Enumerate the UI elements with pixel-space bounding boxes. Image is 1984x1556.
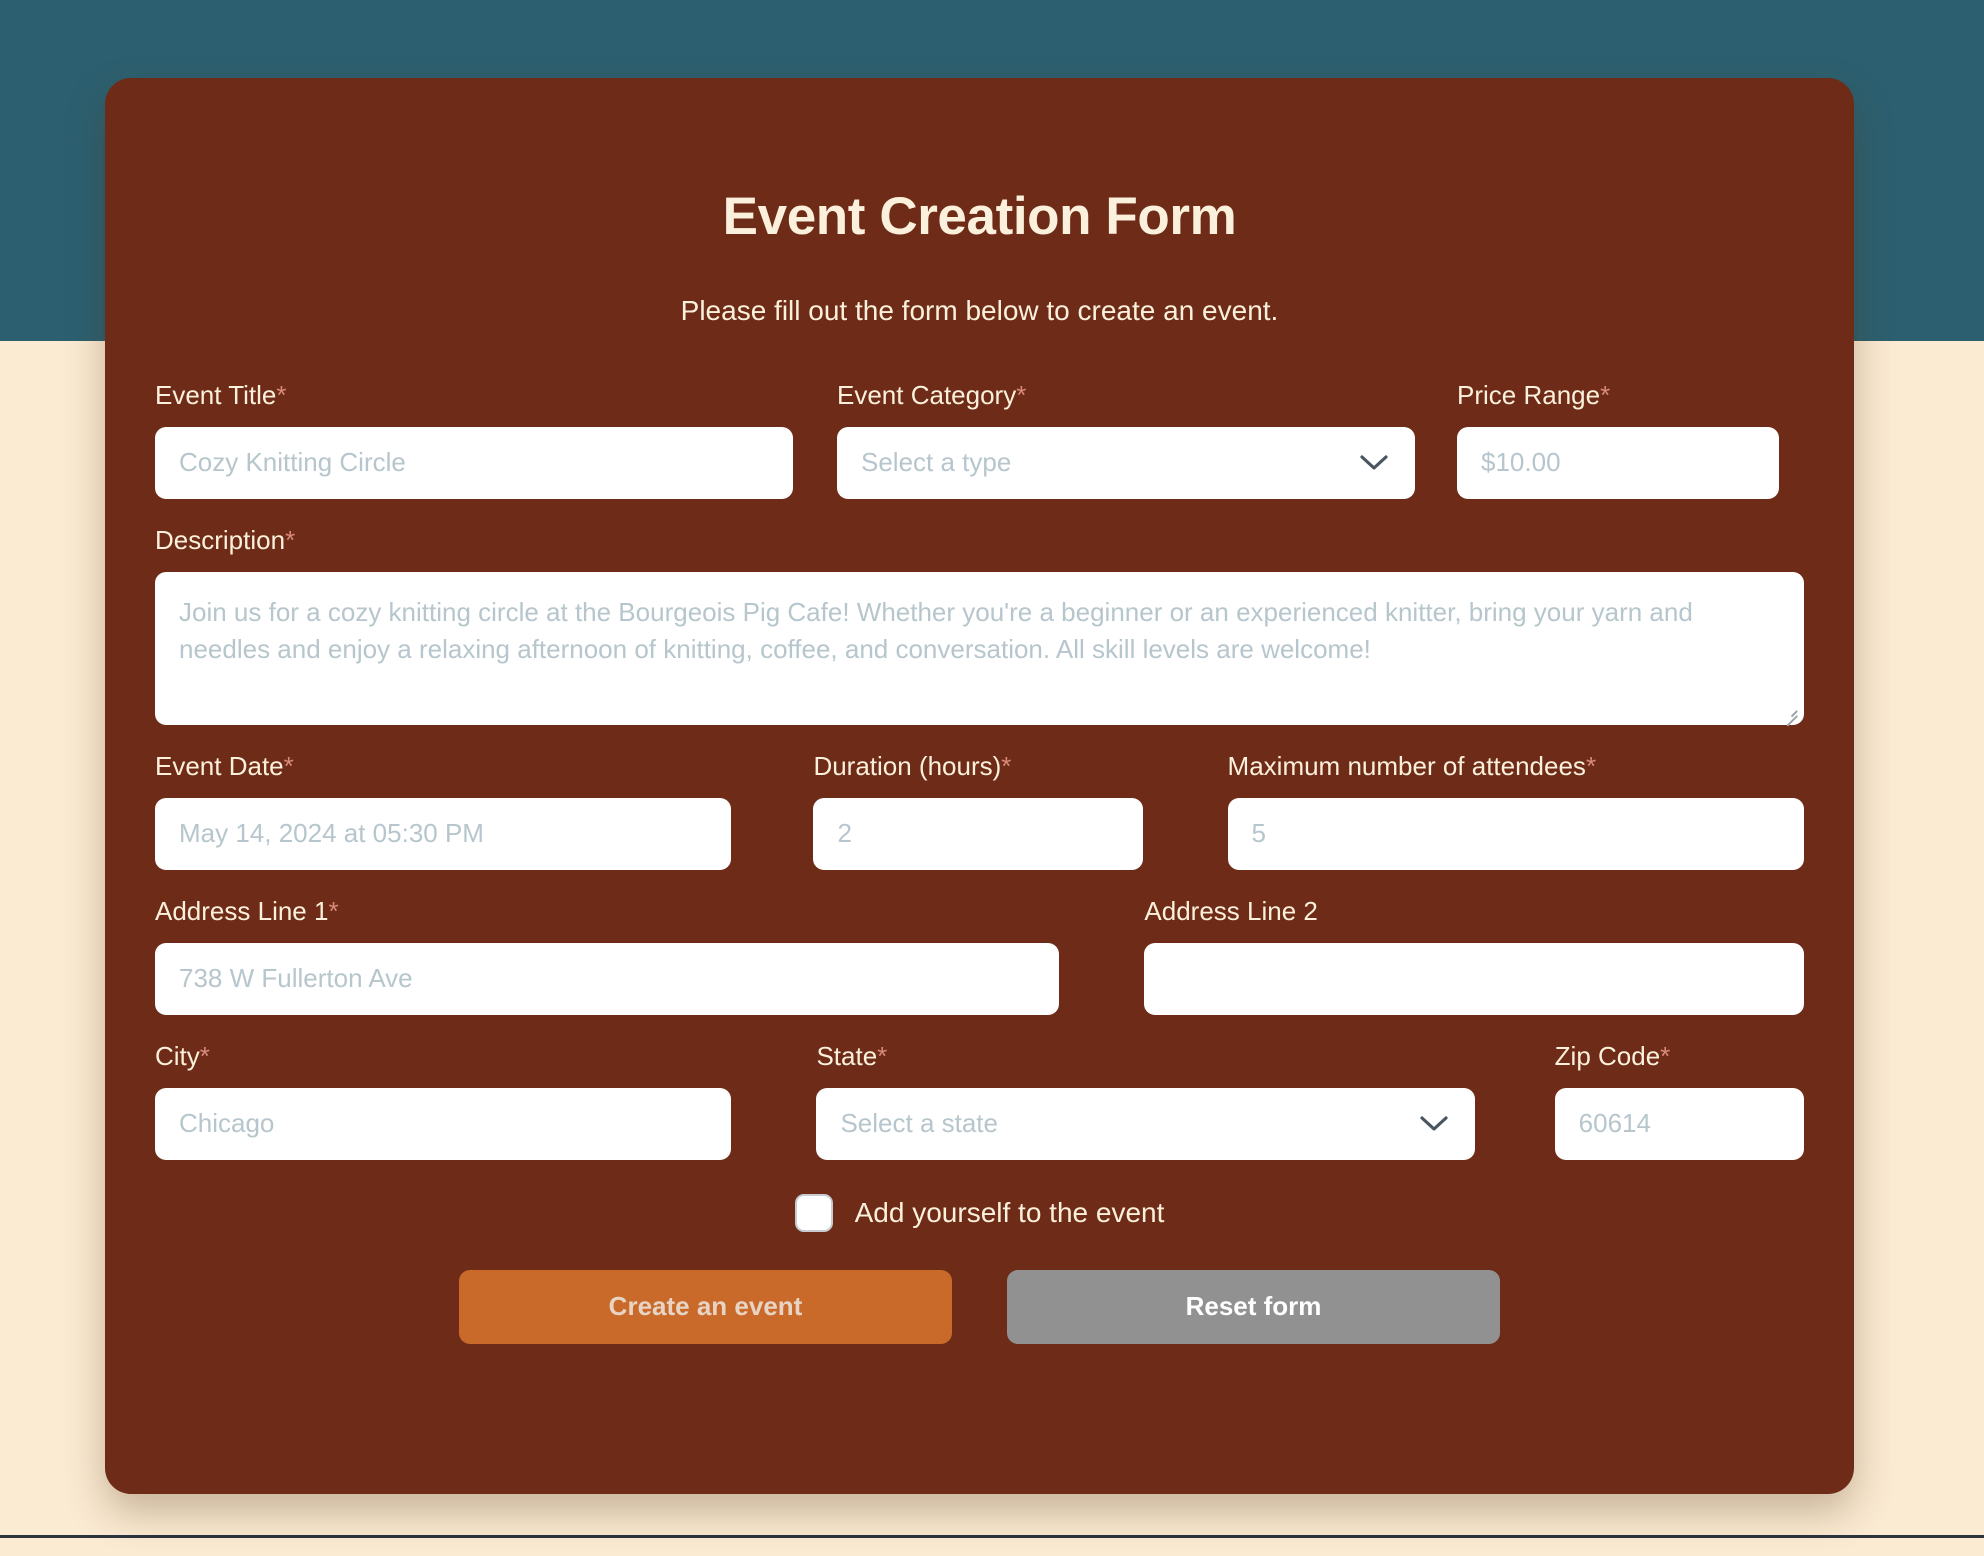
form-row-3: Event Date* May 14, 2024 at 05:30 PM Dur… [155, 751, 1804, 870]
label-max-attendees: Maximum number of attendees* [1227, 750, 1597, 781]
duration-input[interactable]: 2 [813, 797, 1143, 870]
description-textarea[interactable]: Join us for a cozy knitting circle at th… [155, 571, 1804, 725]
page-footer-band [0, 1538, 1984, 1556]
field-price-range: Price Range* $10.00 [1457, 380, 1779, 499]
reset-form-button[interactable]: Reset form [1007, 1269, 1500, 1344]
max-attendees-placeholder: 5 [1251, 818, 1267, 849]
event-category-selected-value: Select a type [861, 447, 1012, 478]
required-asterisk: * [1001, 750, 1012, 781]
field-duration: Duration (hours)* 2 [813, 750, 1143, 870]
form-row-2: Description* Join us for a cozy knitting… [155, 524, 1804, 727]
max-attendees-input[interactable]: 5 [1227, 797, 1804, 870]
label-description: Description* [155, 524, 296, 555]
event-date-input[interactable]: May 14, 2024 at 05:30 PM [155, 797, 732, 870]
field-max-attendees: Maximum number of attendees* 5 [1227, 750, 1804, 870]
label-address-line-2: Address Line 2 [1144, 895, 1318, 926]
event-title-input[interactable]: Cozy Knitting Circle [155, 426, 793, 499]
event-date-placeholder: May 14, 2024 at 05:30 PM [179, 818, 484, 849]
label-event-category: Event Category* [837, 379, 1027, 410]
label-event-title: Event Title* [155, 379, 287, 410]
price-range-placeholder: $10.00 [1481, 447, 1561, 478]
add-yourself-row: Add yourself to the event [155, 1193, 1804, 1232]
address-line-2-input[interactable] [1144, 942, 1804, 1015]
required-asterisk: * [1585, 750, 1597, 781]
price-range-input[interactable]: $10.00 [1457, 426, 1779, 499]
state-select[interactable]: Select a state [816, 1087, 1475, 1160]
address-line-1-placeholder: 738 W Fullerton Ave [179, 963, 413, 994]
label-zip-code: Zip Code* [1554, 1040, 1671, 1071]
event-creation-form: Event Title* Cozy Knitting Circle Event … [155, 328, 1804, 1344]
page-subtitle: Please fill out the form below to create… [680, 295, 1279, 327]
required-asterisk: * [1660, 1040, 1671, 1071]
form-row-5: City* Chicago State* Select a state Zip … [155, 1041, 1804, 1160]
label-state: State* [816, 1040, 888, 1071]
required-asterisk: * [1016, 379, 1027, 410]
form-actions: Create an event Reset form [155, 1269, 1804, 1344]
address-line-1-input[interactable]: 738 W Fullerton Ave [155, 942, 1060, 1015]
event-category-select[interactable]: Select a type [837, 426, 1415, 499]
duration-placeholder: 2 [837, 818, 852, 849]
form-row-4: Address Line 1* 738 W Fullerton Ave Addr… [155, 896, 1804, 1015]
field-description: Description* Join us for a cozy knitting… [155, 524, 1804, 727]
field-address-line-2: Address Line 2 [1144, 896, 1804, 1015]
field-event-category: Event Category* Select a type [837, 380, 1415, 499]
field-event-date: Event Date* May 14, 2024 at 05:30 PM [155, 750, 732, 870]
page-title: Event Creation Form [722, 187, 1237, 246]
description-textarea-wrap: Join us for a cozy knitting circle at th… [155, 571, 1804, 727]
required-asterisk: * [276, 379, 287, 410]
required-asterisk: * [285, 524, 296, 555]
form-row-1: Event Title* Cozy Knitting Circle Event … [155, 380, 1804, 499]
required-asterisk: * [199, 1040, 210, 1071]
label-price-range: Price Range* [1457, 379, 1611, 410]
field-address-line-1: Address Line 1* 738 W Fullerton Ave [155, 895, 1060, 1015]
create-event-button[interactable]: Create an event [459, 1269, 952, 1344]
city-input[interactable]: Chicago [155, 1087, 732, 1160]
city-placeholder: Chicago [179, 1108, 275, 1139]
zip-code-placeholder: 60614 [1578, 1108, 1651, 1139]
event-creation-card: Event Creation Form Please fill out the … [105, 78, 1854, 1494]
state-select-wrap: Select a state [816, 1087, 1475, 1160]
state-selected-value: Select a state [840, 1108, 998, 1139]
label-duration: Duration (hours)* [813, 750, 1012, 781]
add-yourself-checkbox[interactable] [794, 1193, 833, 1232]
required-asterisk: * [283, 750, 294, 781]
field-event-title: Event Title* Cozy Knitting Circle [155, 380, 793, 499]
label-city: City* [155, 1040, 210, 1071]
field-city: City* Chicago [155, 1040, 732, 1160]
field-zip-code: Zip Code* 60614 [1554, 1040, 1804, 1160]
event-title-placeholder: Cozy Knitting Circle [179, 447, 406, 478]
field-state: State* Select a state [816, 1040, 1475, 1160]
required-asterisk: * [1600, 379, 1611, 410]
zip-code-input[interactable]: 60614 [1554, 1087, 1804, 1160]
required-asterisk: * [328, 895, 339, 926]
label-address-line-1: Address Line 1* [155, 895, 339, 926]
label-event-date: Event Date* [155, 750, 294, 781]
required-asterisk: * [877, 1040, 888, 1071]
add-yourself-label: Add yourself to the event [854, 1196, 1165, 1228]
event-category-select-wrap: Select a type [837, 426, 1415, 499]
